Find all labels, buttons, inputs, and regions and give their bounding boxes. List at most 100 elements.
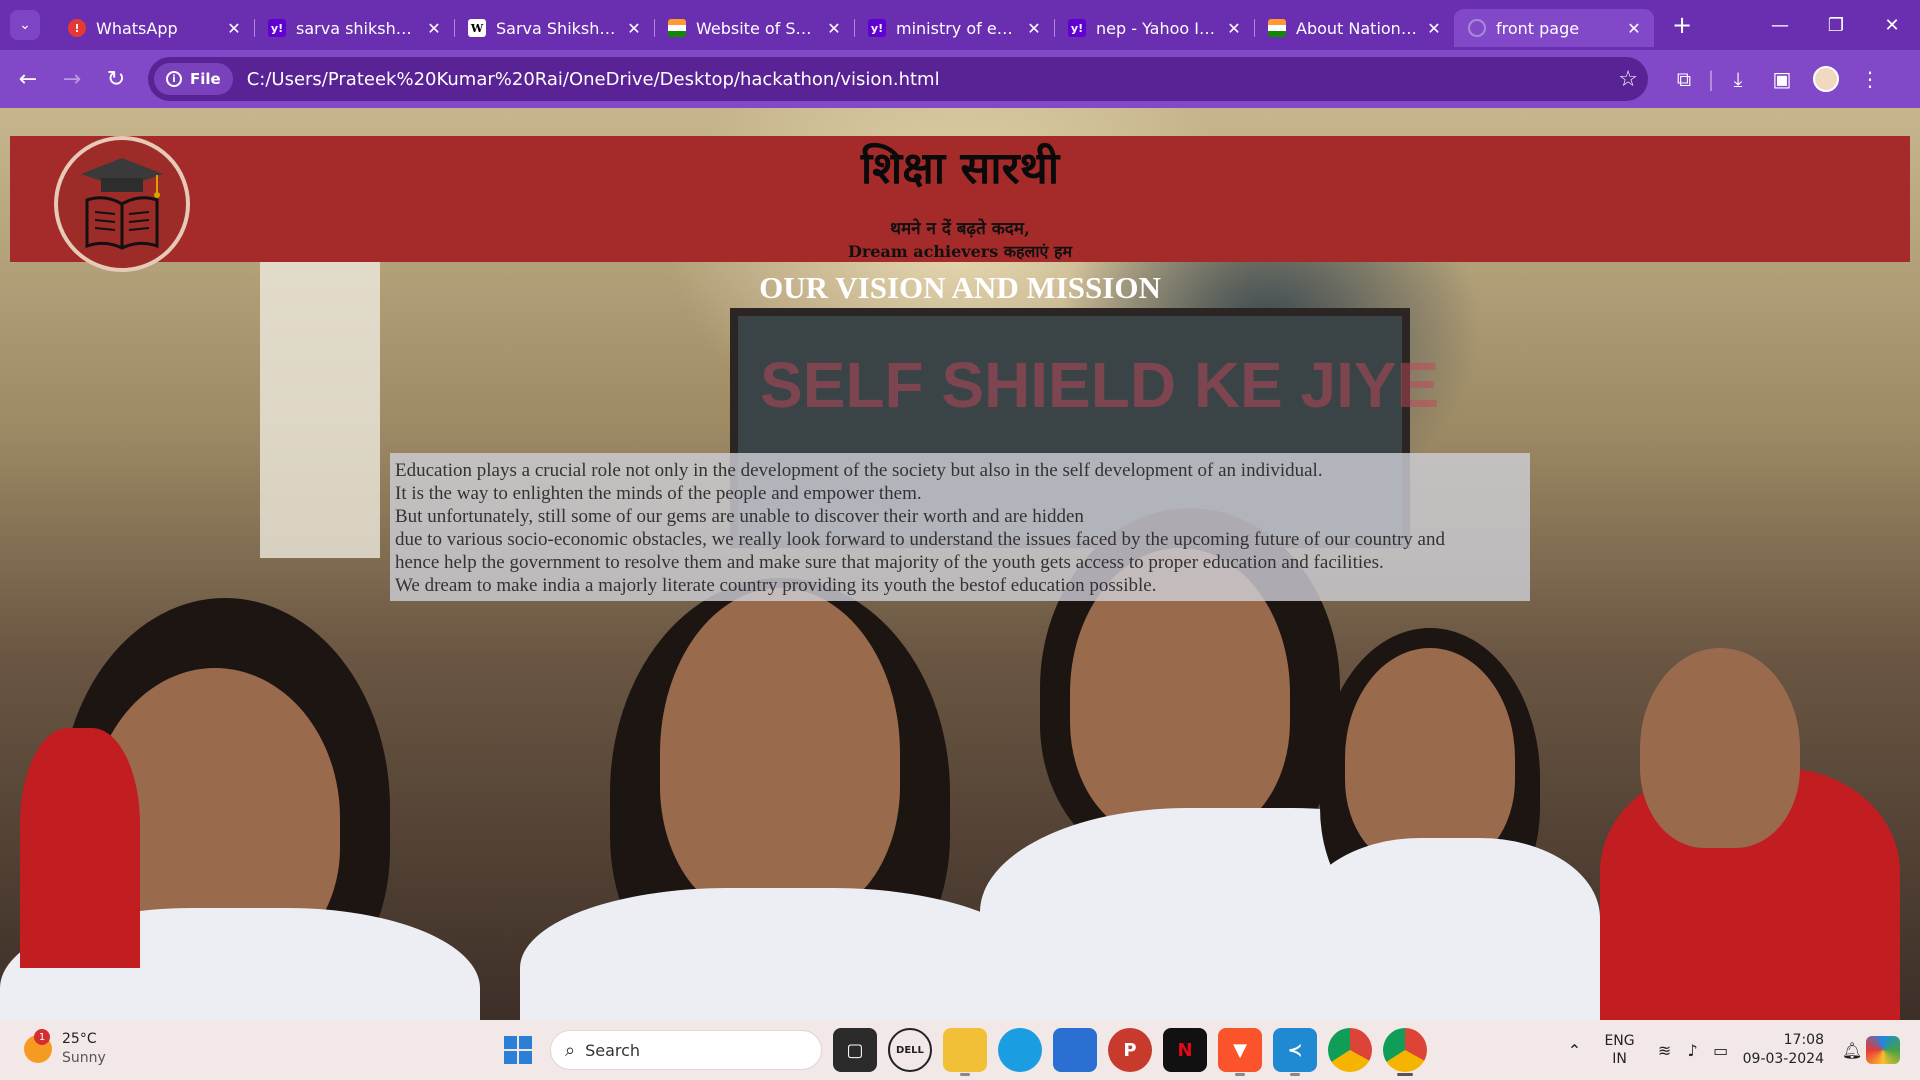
browser-tab[interactable]: y! nep - Yahoo India ✕: [1054, 9, 1254, 47]
start-button[interactable]: [496, 1028, 540, 1072]
notifications-bell-icon[interactable]: 🔔︎: [1838, 1041, 1866, 1060]
browser-tab[interactable]: W Sarva Shiksha Abhiyan ✕: [454, 9, 654, 47]
brave-icon[interactable]: ▼: [1218, 1028, 1262, 1076]
yahoo-icon: y!: [868, 19, 886, 37]
close-tab-icon[interactable]: ✕: [224, 19, 244, 38]
tab-title: nep - Yahoo India: [1096, 18, 1218, 38]
tab-title: WhatsApp: [96, 18, 178, 38]
file-explorer-icon[interactable]: [943, 1028, 987, 1076]
tab-title: ministry of education: [896, 18, 1018, 38]
close-tab-icon[interactable]: ✕: [824, 19, 844, 38]
close-tab-icon[interactable]: ✕: [1424, 19, 1444, 38]
weather-widget[interactable]: 1 25°C Sunny: [24, 1029, 106, 1068]
site-info-chip[interactable]: i File: [154, 63, 233, 95]
toolbar-icons: ⧉ | ⤓ ▣ ⋮: [1662, 59, 1892, 99]
tagline-line-1: थमने न दें बढ़ते कदम,: [890, 219, 1030, 239]
browser-tab[interactable]: About National Education ✕: [1254, 9, 1454, 47]
page-viewport: SELF SHIELD KE JIYE शिक्षा सारथी थमने न …: [0, 108, 1920, 1020]
close-tab-icon[interactable]: ✕: [1224, 19, 1244, 38]
vision-text-box: Education plays a crucial role not only …: [390, 453, 1530, 601]
profile-avatar[interactable]: [1813, 66, 1839, 92]
volume-icon[interactable]: ♪: [1679, 1041, 1707, 1060]
vscode-icon[interactable]: ≺: [1273, 1028, 1317, 1076]
search-icon: ⌕: [565, 1039, 576, 1061]
edge-icon[interactable]: [998, 1028, 1042, 1072]
chrome-icon[interactable]: [1328, 1028, 1372, 1072]
system-tray: ⌃ ENG IN ≋ ♪ ▭ 17:08 09-03-2024 🔔︎: [1560, 1020, 1900, 1080]
close-tab-icon[interactable]: ✕: [1624, 19, 1644, 38]
vision-line: But unfortunately, still some of our gem…: [395, 506, 1084, 527]
search-label: Search: [585, 1040, 641, 1060]
toolbar-divider: |: [1707, 67, 1715, 91]
new-tab-button[interactable]: +: [1664, 11, 1700, 39]
chrome-profile-icon[interactable]: [1383, 1028, 1427, 1076]
taskbar-apps: ⌕ Search ▢ DELL P N ▼ ≺: [496, 1028, 1427, 1076]
browser-tab[interactable]: Website of Sarva ✕: [654, 9, 854, 47]
wifi-icon[interactable]: ≋: [1651, 1041, 1679, 1060]
restore-button[interactable]: ❐: [1808, 0, 1864, 50]
blackboard-text: SELF SHIELD KE JIYE: [760, 349, 1440, 421]
yahoo-icon: y!: [1068, 19, 1086, 37]
notification-badge: 1: [34, 1029, 50, 1045]
yahoo-icon: y!: [268, 19, 286, 37]
globe-icon: [1468, 19, 1486, 37]
clock[interactable]: 17:08 09-03-2024: [1743, 1031, 1824, 1069]
task-view-icon[interactable]: ▢: [833, 1028, 877, 1072]
weather-text: 25°C Sunny: [62, 1030, 106, 1068]
student-shirt: [1300, 838, 1600, 1020]
tagline-line-2: Dream achievers कहलाएं हम: [847, 242, 1073, 261]
student-face: [1640, 648, 1800, 848]
india-flag-icon: [1268, 19, 1286, 37]
tab-title: front page: [1496, 18, 1580, 38]
close-tab-icon[interactable]: ✕: [1024, 19, 1044, 38]
vision-line: hence help the government to resolve the…: [395, 552, 1384, 573]
extensions-icon[interactable]: ⧉: [1662, 59, 1706, 99]
os-taskbar: 1 25°C Sunny ⌕ Search ▢ DELL P N ▼ ≺ ⌃ E…: [0, 1020, 1920, 1080]
weather-temp: 25°C: [62, 1031, 97, 1047]
minimize-button[interactable]: —: [1752, 0, 1808, 50]
reload-button[interactable]: ↻: [94, 59, 138, 99]
weather-desc: Sunny: [62, 1050, 106, 1066]
vision-line: due to various socio-economic obstacles,…: [395, 529, 1445, 550]
bookmark-star-icon[interactable]: ☆: [1618, 67, 1638, 92]
store-icon[interactable]: [1053, 1028, 1097, 1072]
more-menu-icon[interactable]: ⋮: [1848, 59, 1892, 99]
browser-tab[interactable]: ! WhatsApp ✕: [54, 9, 254, 47]
vision-line: We dream to make india a majorly literat…: [395, 575, 1157, 596]
lang-bottom: IN: [1612, 1051, 1627, 1067]
tab-title: Website of Sarva: [696, 18, 818, 38]
site-chip-label: File: [190, 70, 221, 88]
student-red-sweater: [20, 728, 140, 968]
netflix-icon[interactable]: N: [1163, 1028, 1207, 1072]
url-text[interactable]: C:/Users/Prateek%20Kumar%20Rai/OneDrive/…: [247, 69, 1619, 90]
address-bar[interactable]: i File C:/Users/Prateek%20Kumar%20Rai/On…: [148, 57, 1648, 101]
dell-icon[interactable]: DELL: [888, 1028, 932, 1072]
language-indicator[interactable]: ENG IN: [1604, 1032, 1634, 1068]
taskbar-search[interactable]: ⌕ Search: [550, 1030, 822, 1070]
p-app-icon[interactable]: P: [1108, 1028, 1152, 1072]
tabs-container: ! WhatsApp ✕ y! sarva shiksha abhiyan ✕ W Sarva…: [54, 3, 1654, 47]
tab-search-button[interactable]: ⌄: [10, 10, 40, 40]
back-button[interactable]: ←: [6, 59, 50, 99]
close-tab-icon[interactable]: ✕: [424, 19, 444, 38]
chevron-up-icon[interactable]: ⌃: [1560, 1041, 1588, 1060]
copilot-icon[interactable]: [1866, 1036, 1900, 1064]
close-tab-icon[interactable]: ✕: [624, 19, 644, 38]
side-panel-icon[interactable]: ▣: [1760, 59, 1804, 99]
site-header: शिक्षा सारथी थमने न दें बढ़ते कदम, Dream…: [10, 136, 1910, 272]
browser-tab[interactable]: front page ✕: [1454, 9, 1654, 47]
clock-time: 17:08: [1783, 1032, 1824, 1048]
browser-tab[interactable]: y! sarva shiksha abhiyan ✕: [254, 9, 454, 47]
close-window-button[interactable]: ✕: [1864, 0, 1920, 50]
tab-title: About National Education: [1296, 18, 1418, 38]
download-icon[interactable]: ⤓: [1716, 59, 1760, 99]
sun-icon: 1: [24, 1029, 52, 1063]
battery-icon[interactable]: ▭: [1707, 1041, 1735, 1060]
browser-tab[interactable]: y! ministry of education ✕: [854, 9, 1054, 47]
india-flag-icon: [668, 19, 686, 37]
forward-button[interactable]: →: [50, 59, 94, 99]
student-shirt: [520, 888, 1040, 1020]
browser-toolbar: ← → ↻ i File C:/Users/Prateek%20Kumar%20…: [0, 50, 1920, 108]
clock-date: 09-03-2024: [1742, 1051, 1824, 1067]
arrow-right-icon: →: [62, 66, 82, 92]
